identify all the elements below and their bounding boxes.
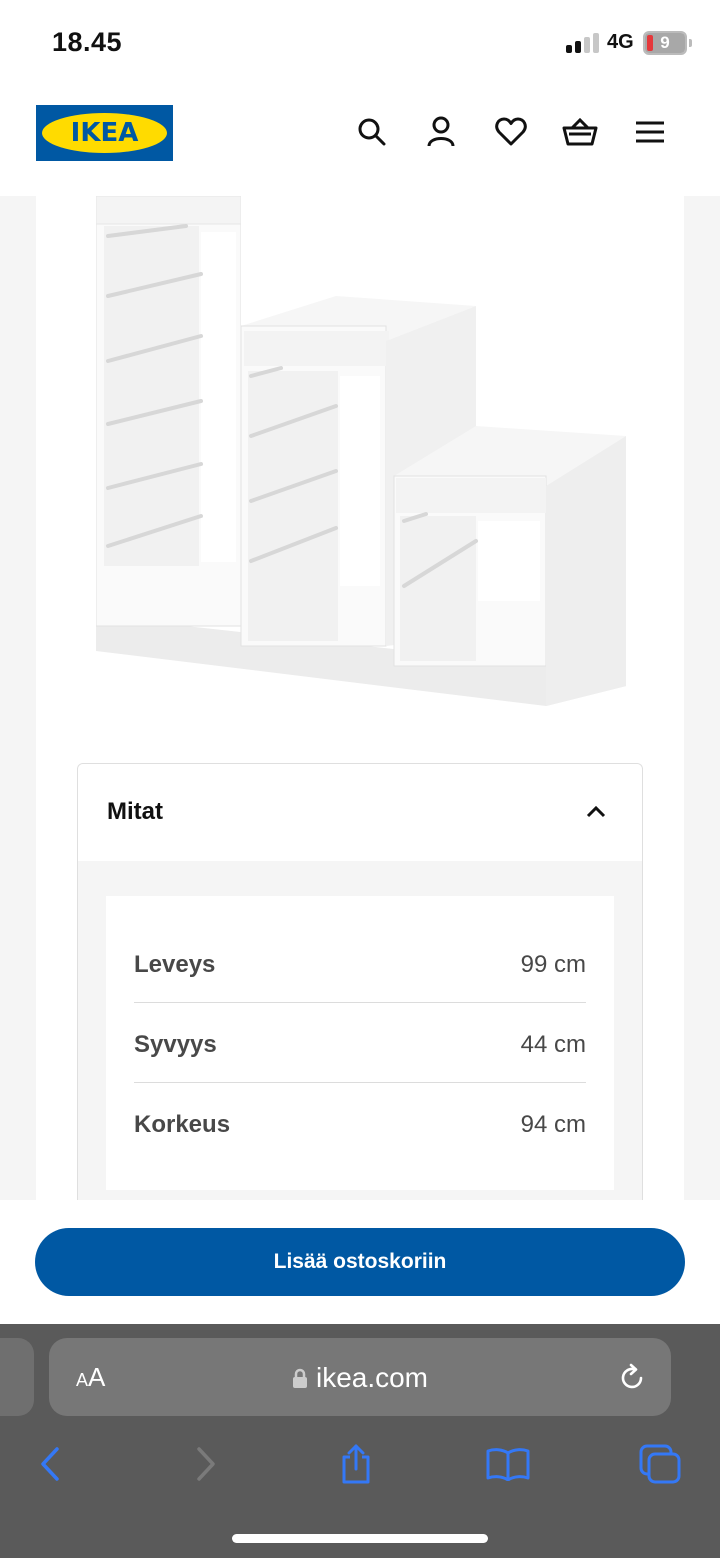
dimension-label: Korkeus	[134, 1111, 231, 1138]
site-header: IKEA	[0, 88, 720, 196]
home-indicator	[232, 1534, 488, 1543]
dimension-label: Leveys	[134, 951, 216, 978]
ikea-logo[interactable]: IKEA	[36, 105, 173, 161]
dimensions-accordion: Mitat Leveys 99 cm Syvyys 44 cm Korkeus …	[77, 763, 643, 1223]
tabs-icon[interactable]	[638, 1442, 682, 1486]
add-to-cart-button[interactable]: Lisää ostoskoriin	[35, 1228, 685, 1296]
product-image[interactable]	[96, 196, 656, 716]
back-button[interactable]	[28, 1442, 72, 1486]
url-text: ikea.com	[315, 1362, 429, 1393]
add-to-cart-bar: Lisää ostoskoriin	[0, 1200, 720, 1324]
dimensions-table: Leveys 99 cm Syvyys 44 cm Korkeus 94 cm	[106, 896, 614, 1190]
cart-icon[interactable]	[562, 114, 598, 150]
forward-button[interactable]	[184, 1442, 228, 1486]
battery-icon: 9	[643, 31, 687, 55]
chevron-up-icon[interactable]	[584, 800, 608, 824]
share-icon[interactable]	[334, 1442, 378, 1486]
browser-toolbar: AA ikea.com	[0, 1324, 720, 1558]
accordion-header[interactable]: Mitat	[78, 764, 642, 861]
lock-icon	[292, 1368, 307, 1388]
logo-text: IKEA	[70, 118, 139, 148]
bookmarks-icon[interactable]	[486, 1442, 530, 1486]
address-bar[interactable]: AA ikea.com	[49, 1338, 671, 1416]
dimension-value: 94 cm	[520, 1111, 586, 1138]
signal-icon	[566, 33, 602, 53]
accordion-title: Mitat	[107, 798, 163, 825]
dimension-row-depth: Syvyys 44 cm	[134, 1003, 586, 1083]
search-icon[interactable]	[354, 114, 390, 150]
network-label: 4G	[607, 31, 634, 53]
previous-tab[interactable]	[0, 1338, 34, 1416]
status-bar: 18.45 4G 9	[0, 0, 720, 88]
dimension-row-height: Korkeus 94 cm	[134, 1083, 586, 1163]
heart-icon[interactable]	[493, 114, 529, 150]
reload-icon[interactable]	[617, 1363, 647, 1393]
dimension-label: Syvyys	[134, 1031, 217, 1058]
url-field[interactable]: ikea.com	[49, 1362, 671, 1394]
dimension-value: 44 cm	[520, 1031, 586, 1058]
dimension-value: 99 cm	[520, 951, 586, 978]
product-card: Mitat Leveys 99 cm Syvyys 44 cm Korkeus …	[36, 196, 684, 1223]
status-time: 18.45	[52, 27, 123, 57]
menu-icon[interactable]	[632, 114, 668, 150]
user-icon[interactable]	[423, 114, 459, 150]
dimension-row-width: Leveys 99 cm	[134, 923, 586, 1003]
